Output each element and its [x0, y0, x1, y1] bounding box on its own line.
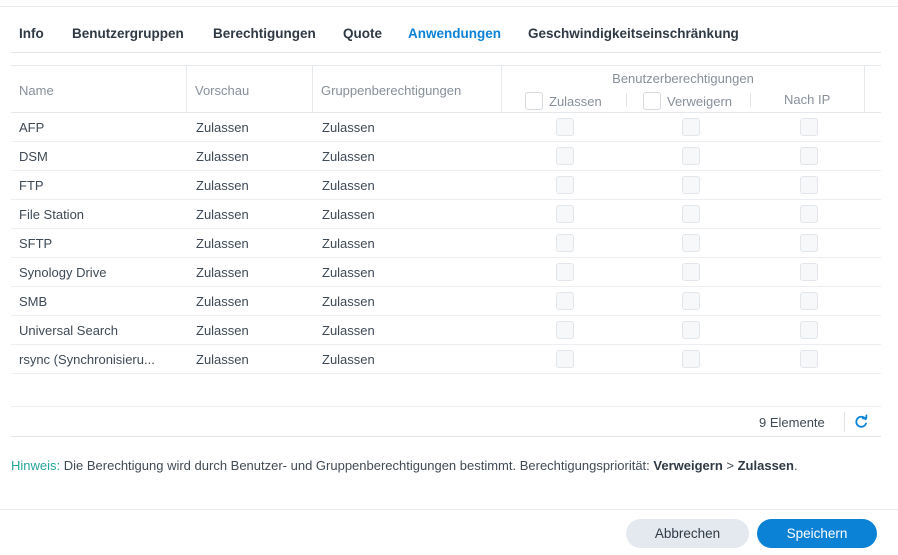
cell-preview: Zulassen — [196, 294, 249, 309]
cell-preview: Zulassen — [196, 323, 249, 338]
table-row[interactable]: DSM Zulassen Zulassen — [11, 142, 881, 171]
cell-name: SMB — [19, 294, 48, 309]
hint-priority-allow: Zulassen — [737, 458, 794, 473]
hint-text: Hinweis: Die Berechtigung wird durch Ben… — [11, 458, 798, 473]
cell-name: Universal Search — [19, 323, 118, 338]
by-ip-checkbox[interactable] — [800, 263, 818, 281]
by-ip-checkbox[interactable] — [800, 147, 818, 165]
grid-header: Name Vorschau Gruppenberechtigungen Benu… — [11, 65, 881, 113]
grid-body: AFP Zulassen Zulassen DSM Zulassen Zulas… — [11, 113, 881, 374]
cell-group-permission: Zulassen — [322, 323, 375, 338]
cancel-button[interactable]: Abbrechen — [626, 519, 749, 548]
column-header-group-permissions[interactable]: Gruppenberechtigungen — [313, 66, 501, 113]
allow-checkbox[interactable] — [556, 292, 574, 310]
deny-checkbox[interactable] — [682, 176, 700, 194]
cell-name: FTP — [19, 178, 44, 193]
dialog-footer-divider — [0, 509, 898, 510]
deny-checkbox[interactable] — [682, 147, 700, 165]
hint-priority-deny: Verweigern — [653, 458, 723, 473]
cell-group-permission: Zulassen — [322, 294, 375, 309]
deny-checkbox[interactable] — [682, 118, 700, 136]
grid-bottom-divider — [11, 436, 881, 437]
by-ip-checkbox[interactable] — [800, 321, 818, 339]
cell-preview: Zulassen — [196, 207, 249, 222]
allow-checkbox[interactable] — [556, 263, 574, 281]
cell-preview: Zulassen — [196, 178, 249, 193]
table-row[interactable]: FTP Zulassen Zulassen — [11, 171, 881, 200]
cell-preview: Zulassen — [196, 149, 249, 164]
table-row[interactable]: rsync (Synchronisieru... Zulassen Zulass… — [11, 345, 881, 374]
deny-checkbox[interactable] — [682, 350, 700, 368]
deny-checkbox[interactable] — [682, 292, 700, 310]
top-divider — [0, 6, 898, 7]
table-row[interactable]: SFTP Zulassen Zulassen — [11, 229, 881, 258]
cell-group-permission: Zulassen — [322, 352, 375, 367]
cell-group-permission: Zulassen — [322, 178, 375, 193]
footer-separator — [844, 412, 845, 432]
deny-checkbox[interactable] — [682, 321, 700, 339]
cell-group-permission: Zulassen — [322, 120, 375, 135]
by-ip-checkbox[interactable] — [800, 350, 818, 368]
header-by-ip: Nach IP — [784, 92, 831, 107]
refresh-icon[interactable] — [853, 414, 869, 430]
cell-name: File Station — [19, 207, 85, 222]
cell-name: AFP — [19, 120, 45, 135]
table-row[interactable]: Synology Drive Zulassen Zulassen — [11, 258, 881, 287]
allow-checkbox[interactable] — [556, 205, 574, 223]
header-deny-checkbox[interactable] — [643, 92, 661, 110]
allow-checkbox[interactable] — [556, 321, 574, 339]
tab-anwendungen[interactable]: Anwendungen — [408, 26, 501, 41]
column-divider — [626, 93, 627, 107]
applications-grid: Name Vorschau Gruppenberechtigungen Benu… — [11, 65, 881, 374]
deny-checkbox[interactable] — [682, 234, 700, 252]
deny-checkbox[interactable] — [682, 263, 700, 281]
cell-name: DSM — [19, 149, 48, 164]
save-button[interactable]: Speichern — [757, 519, 877, 548]
tab-berechtigungen[interactable]: Berechtigungen — [213, 26, 316, 41]
grid-footer-divider — [11, 406, 881, 407]
allow-checkbox[interactable] — [556, 176, 574, 194]
column-divider — [864, 66, 865, 113]
cell-preview: Zulassen — [196, 120, 249, 135]
allow-checkbox[interactable] — [556, 118, 574, 136]
column-header-preview[interactable]: Vorschau — [187, 66, 312, 113]
cell-name: rsync (Synchronisieru... — [19, 352, 155, 367]
cell-name: SFTP — [19, 236, 53, 251]
tab-quote[interactable]: Quote — [343, 26, 382, 41]
cell-name: Synology Drive — [19, 265, 107, 280]
cell-preview: Zulassen — [196, 352, 249, 367]
allow-checkbox[interactable] — [556, 350, 574, 368]
allow-checkbox[interactable] — [556, 234, 574, 252]
column-header-user-permissions: Benutzerberechtigungen — [612, 71, 754, 86]
by-ip-checkbox[interactable] — [800, 234, 818, 252]
tab-info[interactable]: Info — [19, 26, 44, 41]
table-row[interactable]: AFP Zulassen Zulassen — [11, 113, 881, 142]
allow-checkbox[interactable] — [556, 147, 574, 165]
cell-preview: Zulassen — [196, 265, 249, 280]
item-count: 9 Elemente — [759, 415, 825, 430]
tab-geschwindigkeitseinschraenkung[interactable]: Geschwindigkeitseinschränkung — [528, 26, 739, 41]
column-header-name[interactable]: Name — [11, 66, 186, 113]
header-allow-all[interactable]: Zulassen — [525, 92, 602, 110]
by-ip-checkbox[interactable] — [800, 205, 818, 223]
header-allow-checkbox[interactable] — [525, 92, 543, 110]
table-row[interactable]: SMB Zulassen Zulassen — [11, 287, 881, 316]
table-row[interactable]: Universal Search Zulassen Zulassen — [11, 316, 881, 345]
cell-preview: Zulassen — [196, 236, 249, 251]
table-row[interactable]: File Station Zulassen Zulassen — [11, 200, 881, 229]
tab-benutzergruppen[interactable]: Benutzergruppen — [72, 26, 184, 41]
deny-checkbox[interactable] — [682, 205, 700, 223]
cell-group-permission: Zulassen — [322, 236, 375, 251]
hint-label: Hinweis: — [11, 458, 61, 473]
cell-group-permission: Zulassen — [322, 207, 375, 222]
by-ip-checkbox[interactable] — [800, 118, 818, 136]
by-ip-checkbox[interactable] — [800, 292, 818, 310]
tab-bar: Info Benutzergruppen Berechtigungen Quot… — [11, 17, 881, 53]
column-divider — [750, 93, 751, 107]
by-ip-checkbox[interactable] — [800, 176, 818, 194]
cell-group-permission: Zulassen — [322, 149, 375, 164]
cell-group-permission: Zulassen — [322, 265, 375, 280]
header-deny-all[interactable]: Verweigern — [643, 92, 732, 110]
